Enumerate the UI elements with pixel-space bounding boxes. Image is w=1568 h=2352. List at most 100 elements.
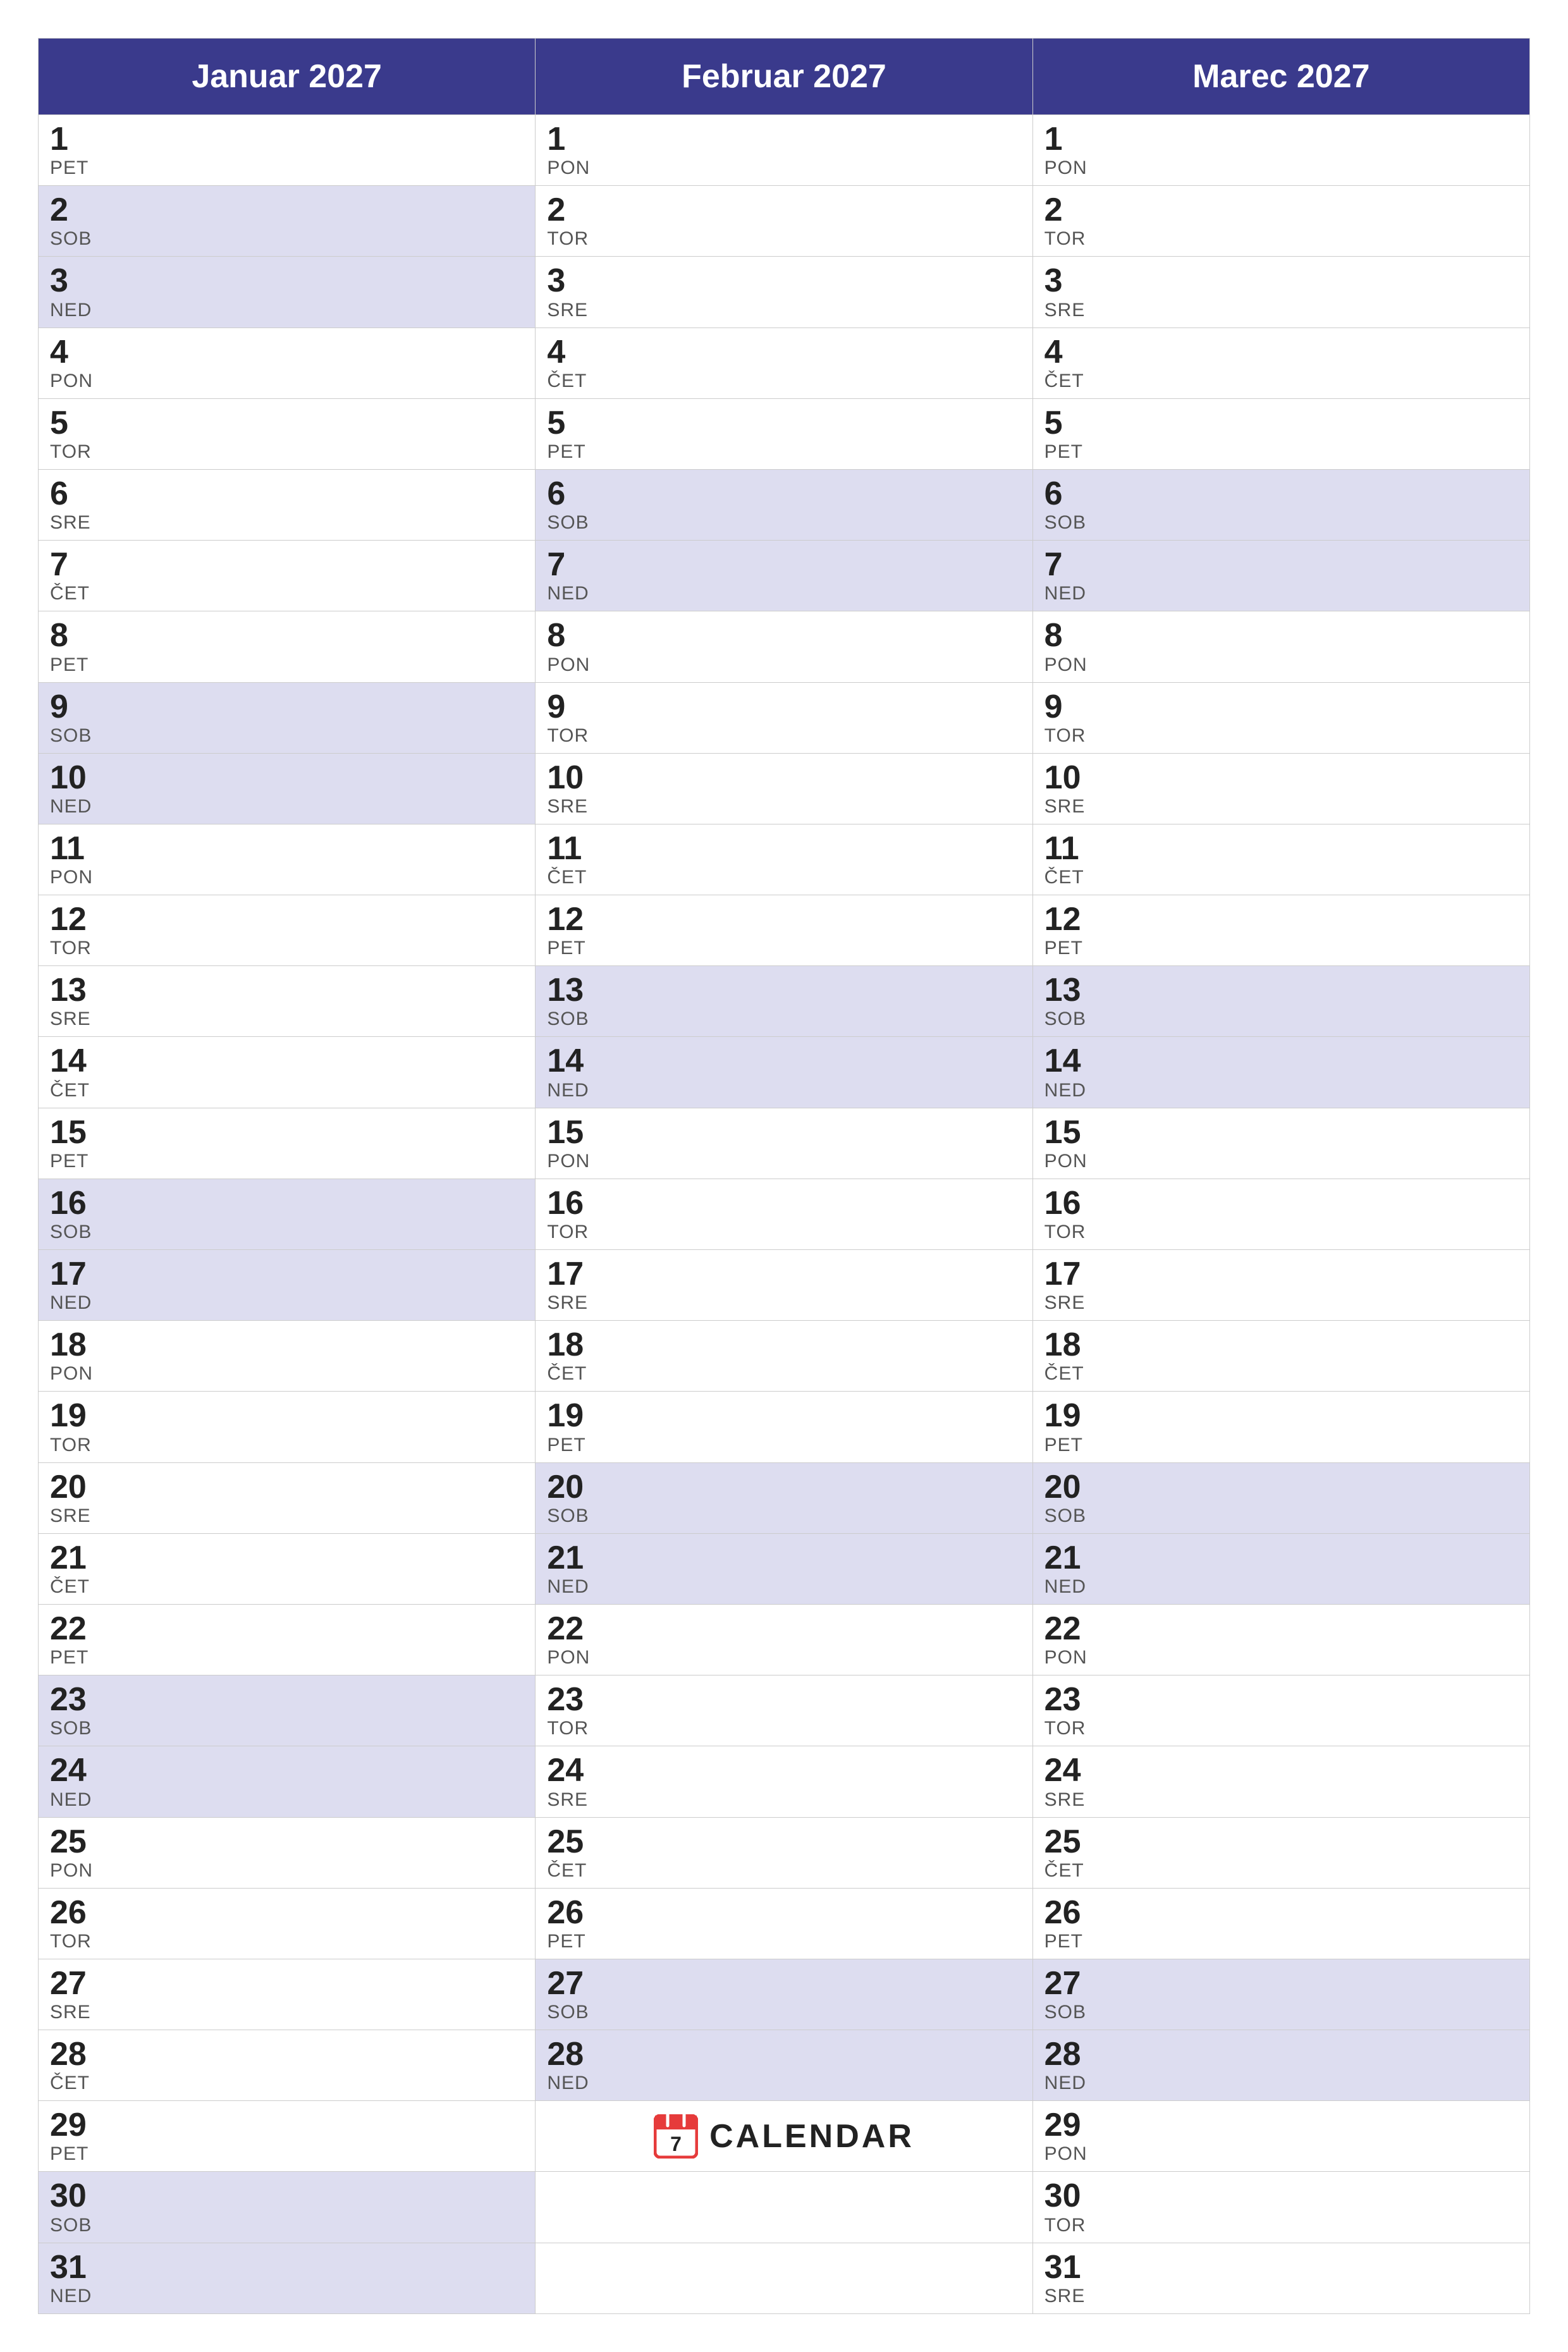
day-number-m0-r30: 31 bbox=[50, 2250, 524, 2286]
day-number-m2-r1: 2 bbox=[1044, 192, 1518, 228]
day-cell-m1-r2: 3SRE bbox=[536, 257, 1032, 328]
day-number-m1-r10: 11 bbox=[547, 831, 1020, 867]
day-cell-m2-r14: 15PON bbox=[1033, 1108, 1530, 1179]
day-name-m0-r9: NED bbox=[50, 796, 524, 818]
day-cell-m0-r25: 26TOR bbox=[39, 1889, 536, 1959]
day-number-m0-r7: 8 bbox=[50, 618, 524, 654]
day-number-m1-r8: 9 bbox=[547, 689, 1020, 725]
day-name-m2-r3: ČET bbox=[1044, 371, 1518, 392]
day-number-m1-r4: 5 bbox=[547, 405, 1020, 441]
day-name-m0-r27: ČET bbox=[50, 2073, 524, 2094]
day-name-m1-r27: NED bbox=[547, 2073, 1020, 2094]
day-number-m1-r14: 15 bbox=[547, 1115, 1020, 1151]
day-name-m1-r9: SRE bbox=[547, 796, 1020, 818]
day-cell-m0-r28: 29PET bbox=[39, 2101, 536, 2172]
day-number-m2-r19: 20 bbox=[1044, 1469, 1518, 1505]
day-cell-m1-r10: 11ČET bbox=[536, 824, 1032, 895]
day-cell-m1-r0: 1PON bbox=[536, 115, 1032, 186]
day-cell-m0-r27: 28ČET bbox=[39, 2030, 536, 2101]
day-number-m0-r21: 22 bbox=[50, 1611, 524, 1647]
day-number-m0-r10: 11 bbox=[50, 831, 524, 867]
day-cell-m1-r5: 6SOB bbox=[536, 470, 1032, 541]
day-number-m1-r7: 8 bbox=[547, 618, 1020, 654]
day-name-m1-r10: ČET bbox=[547, 867, 1020, 888]
day-cell-m1-r22: 23TOR bbox=[536, 1675, 1032, 1746]
day-name-m2-r15: TOR bbox=[1044, 1222, 1518, 1243]
day-cell-m1-r3: 4ČET bbox=[536, 328, 1032, 399]
day-number-m2-r21: 22 bbox=[1044, 1611, 1518, 1647]
day-number-m2-r13: 14 bbox=[1044, 1043, 1518, 1079]
day-name-m1-r24: ČET bbox=[547, 1860, 1020, 1882]
day-cell-m2-r30: 31SRE bbox=[1033, 2243, 1530, 2314]
day-name-m1-r5: SOB bbox=[547, 512, 1020, 534]
day-name-m2-r26: SOB bbox=[1044, 2002, 1518, 2023]
day-name-m0-r10: PON bbox=[50, 867, 524, 888]
day-number-m2-r4: 5 bbox=[1044, 405, 1518, 441]
month-header-2: Marec 2027 bbox=[1033, 39, 1530, 115]
day-name-m2-r12: SOB bbox=[1044, 1008, 1518, 1030]
day-name-m0-r6: ČET bbox=[50, 583, 524, 604]
day-cell-m1-r24: 25ČET bbox=[536, 1818, 1032, 1889]
svg-text:7: 7 bbox=[670, 2133, 682, 2155]
day-name-m0-r28: PET bbox=[50, 2143, 524, 2165]
day-cell-m2-r22: 23TOR bbox=[1033, 1675, 1530, 1746]
day-name-m2-r17: ČET bbox=[1044, 1363, 1518, 1385]
day-cell-m2-r26: 27SOB bbox=[1033, 1959, 1530, 2030]
day-number-m1-r2: 3 bbox=[547, 263, 1020, 299]
day-name-m1-r8: TOR bbox=[547, 725, 1020, 747]
day-name-m1-r0: PON bbox=[547, 157, 1020, 179]
day-cell-m1-r29 bbox=[536, 2172, 1032, 2243]
day-cell-m2-r20: 21NED bbox=[1033, 1534, 1530, 1605]
day-name-m2-r30: SRE bbox=[1044, 2286, 1518, 2307]
day-cell-m0-r24: 25PON bbox=[39, 1818, 536, 1889]
day-cell-m1-r12: 13SOB bbox=[536, 966, 1032, 1037]
day-name-m0-r22: SOB bbox=[50, 1718, 524, 1739]
day-name-m1-r3: ČET bbox=[547, 371, 1020, 392]
day-number-m1-r27: 28 bbox=[547, 2037, 1020, 2073]
day-number-m0-r23: 24 bbox=[50, 1753, 524, 1789]
day-number-m0-r20: 21 bbox=[50, 1540, 524, 1576]
day-cell-m1-r15: 16TOR bbox=[536, 1179, 1032, 1250]
day-cell-m2-r15: 16TOR bbox=[1033, 1179, 1530, 1250]
day-number-m1-r13: 14 bbox=[547, 1043, 1020, 1079]
day-number-m2-r24: 25 bbox=[1044, 1824, 1518, 1860]
day-cell-m0-r15: 16SOB bbox=[39, 1179, 536, 1250]
day-name-m2-r22: TOR bbox=[1044, 1718, 1518, 1739]
day-name-m2-r5: SOB bbox=[1044, 512, 1518, 534]
day-cell-m0-r6: 7ČET bbox=[39, 541, 536, 611]
day-name-m2-r4: PET bbox=[1044, 441, 1518, 463]
day-cell-m2-r12: 13SOB bbox=[1033, 966, 1530, 1037]
day-cell-m2-r2: 3SRE bbox=[1033, 257, 1530, 328]
day-name-m1-r16: SRE bbox=[547, 1292, 1020, 1314]
day-name-m2-r24: ČET bbox=[1044, 1860, 1518, 1882]
day-cell-m0-r2: 3NED bbox=[39, 257, 536, 328]
day-cell-m2-r1: 2TOR bbox=[1033, 186, 1530, 257]
day-cell-m2-r5: 6SOB bbox=[1033, 470, 1530, 541]
day-number-m0-r24: 25 bbox=[50, 1824, 524, 1860]
day-number-m1-r1: 2 bbox=[547, 192, 1020, 228]
day-number-m1-r3: 4 bbox=[547, 334, 1020, 371]
day-number-m2-r10: 11 bbox=[1044, 831, 1518, 867]
day-name-m0-r5: SRE bbox=[50, 512, 524, 534]
day-name-m2-r6: NED bbox=[1044, 583, 1518, 604]
day-number-m1-r24: 25 bbox=[547, 1824, 1020, 1860]
day-name-m0-r8: SOB bbox=[50, 725, 524, 747]
day-cell-m1-r27: 28NED bbox=[536, 2030, 1032, 2101]
day-name-m1-r21: PON bbox=[547, 1647, 1020, 1669]
day-cell-m1-r8: 9TOR bbox=[536, 683, 1032, 754]
day-name-m0-r23: NED bbox=[50, 1789, 524, 1811]
day-cell-m0-r23: 24NED bbox=[39, 1746, 536, 1817]
day-cell-m0-r1: 2SOB bbox=[39, 186, 536, 257]
day-number-m0-r8: 9 bbox=[50, 689, 524, 725]
day-number-m1-r25: 26 bbox=[547, 1895, 1020, 1931]
day-cell-m0-r19: 20SRE bbox=[39, 1463, 536, 1534]
day-cell-m1-r20: 21NED bbox=[536, 1534, 1032, 1605]
day-name-m1-r20: NED bbox=[547, 1576, 1020, 1598]
day-name-m2-r18: PET bbox=[1044, 1435, 1518, 1456]
day-number-m2-r28: 29 bbox=[1044, 2107, 1518, 2143]
day-name-m0-r14: PET bbox=[50, 1151, 524, 1172]
day-cell-m1-r23: 24SRE bbox=[536, 1746, 1032, 1817]
day-number-m2-r15: 16 bbox=[1044, 1185, 1518, 1222]
calendar-grid: Januar 2027Februar 2027Marec 20271PET1PO… bbox=[38, 38, 1530, 2314]
day-number-m2-r27: 28 bbox=[1044, 2037, 1518, 2073]
